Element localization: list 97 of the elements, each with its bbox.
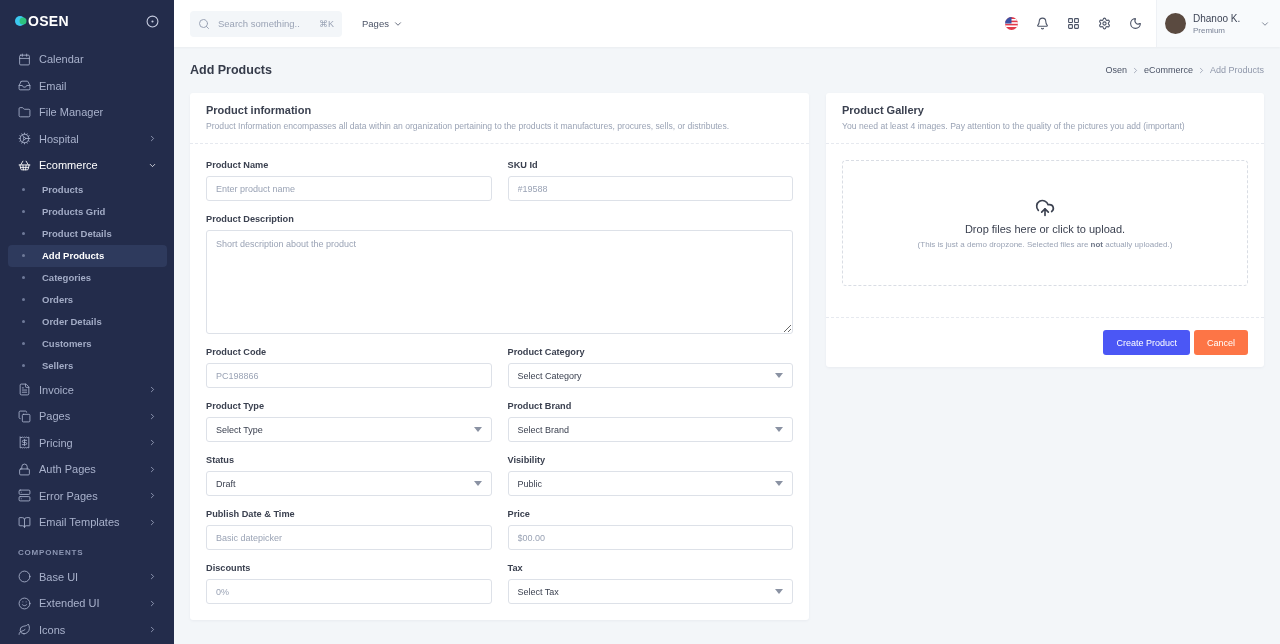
sidebar-subitem[interactable]: Categories (8, 266, 167, 289)
settings-icon[interactable] (1098, 17, 1111, 30)
calendar-icon (18, 52, 31, 66)
sidebar-subitem[interactable]: Product Details (8, 222, 167, 245)
caret-icon (775, 373, 783, 378)
leaf-icon (18, 623, 31, 637)
card-subtitle: You need at least 4 images. Pay attention to the quality of the pictures you add (important) (842, 121, 1186, 131)
input-field[interactable]: PC198866 (206, 363, 492, 388)
document-icon (18, 383, 31, 397)
moon-icon[interactable] (1129, 17, 1142, 30)
field-label: Publish Date & Time (206, 509, 296, 519)
caret-icon (775, 481, 783, 486)
field-label: Product Brand (507, 401, 573, 411)
toggle-icon[interactable] (146, 14, 159, 28)
input-field[interactable]: $00.00 (507, 525, 793, 550)
user-plan: Premium (1193, 25, 1226, 35)
sidebar-item[interactable]: Error Pages (8, 482, 167, 509)
dropzone-title: Drop files here or click to upload. (964, 222, 1126, 235)
sidebar-item[interactable]: Calendar (8, 46, 167, 73)
field-label: Product Category (507, 347, 586, 357)
sidebar-subitem[interactable]: Sellers (8, 354, 167, 377)
sidebar-item[interactable]: Pages (8, 403, 167, 430)
sidebar-item[interactable]: Email (8, 72, 167, 99)
sidebar-item[interactable]: File Manager (8, 99, 167, 126)
breadcrumb-link[interactable]: Osen (1105, 65, 1127, 75)
copy-icon (18, 409, 31, 423)
sidebar-subitem[interactable]: Products (8, 178, 167, 201)
dropzone-note: (This is just a demo dropzone. Selected files are not actually uploaded.) (917, 239, 1173, 249)
search-placeholder: Search something.. (218, 18, 300, 29)
select-field[interactable]: Draft (206, 471, 492, 496)
select-field[interactable]: Select Brand (507, 417, 793, 442)
server-icon (18, 489, 31, 503)
field-label: Product Description (206, 214, 295, 224)
sidebar-item[interactable]: Base UI (8, 563, 167, 590)
sidebar-subitem[interactable]: Customers (8, 332, 167, 355)
field-label: Product Code (206, 347, 268, 357)
select-field[interactable]: Select Category (507, 363, 793, 388)
field-label: Product Name (206, 160, 270, 170)
bell-icon[interactable] (1036, 17, 1049, 30)
caret-icon (473, 427, 482, 432)
caret-icon (775, 589, 783, 594)
cog-icon (18, 132, 31, 146)
field-label: Discounts (206, 563, 252, 573)
sidebar-subitem[interactable]: Order Details (8, 310, 167, 333)
input-field[interactable]: 0% (206, 579, 492, 604)
avatar (1165, 13, 1186, 34)
card-title: Product information (206, 104, 313, 116)
sidebar-subitem[interactable]: Orders (8, 288, 167, 311)
sidebar-item[interactable]: Icons (8, 616, 167, 643)
caret-icon (473, 481, 482, 486)
flag-icon[interactable] (1005, 17, 1018, 30)
circle-icon (18, 570, 31, 584)
card-title: Product Gallery (842, 104, 925, 116)
select-field[interactable]: Public (507, 471, 793, 496)
field-label: Status (206, 455, 236, 465)
field-label: Tax (507, 563, 524, 573)
textarea-field[interactable]: Short description about the product (206, 230, 793, 334)
sidebar-item[interactable]: Extended UI (8, 590, 167, 617)
sidebar-item[interactable]: Ecommerce (8, 152, 167, 179)
sidebar-item[interactable]: Pricing (8, 429, 167, 456)
upload-icon (1035, 197, 1055, 218)
sidebar-subitem[interactable]: Add Products (8, 244, 167, 267)
basket-icon (18, 158, 31, 172)
dropzone[interactable]: Drop files here or click to upload. (This is just a demo dropzone. Selected files are not actually uploaded.) (842, 160, 1248, 286)
select-field[interactable]: Select Tax (507, 579, 793, 604)
logo: OSEN (15, 13, 69, 29)
field-label: SKU Id (507, 160, 539, 170)
input-field[interactable]: #19588 (507, 176, 793, 201)
select-field[interactable]: Select Type (206, 417, 492, 442)
apps-icon[interactable] (1067, 17, 1080, 30)
sidebar-item[interactable]: Auth Pages (8, 456, 167, 483)
input-field[interactable]: Basic datepicker (206, 525, 492, 550)
field-label: Visibility (507, 455, 547, 465)
sidebar-item[interactable]: Email Templates (8, 509, 167, 536)
input-field[interactable]: Enter product name (206, 176, 492, 201)
breadcrumb-link[interactable]: eCommerce (1143, 65, 1193, 75)
shortcut-hint: ⌘K (319, 18, 334, 29)
user-menu[interactable]: Dhanoo K. Premium (1156, 0, 1280, 47)
book-icon (18, 515, 31, 529)
field-label: Product Type (206, 401, 266, 411)
create-button[interactable]: Create Product (1103, 330, 1190, 355)
sidebar-subitem[interactable]: Products Grid (8, 200, 167, 223)
user-name: Dhanoo K. (1193, 12, 1242, 24)
folder-icon (18, 105, 31, 119)
sidebar-item[interactable]: Hospital (8, 125, 167, 152)
pages-menu[interactable]: Pages (356, 17, 409, 30)
caret-icon (775, 427, 783, 432)
smile-icon (18, 596, 31, 610)
page-title: Add Products (190, 63, 272, 77)
receipt-icon (18, 436, 31, 450)
search-icon (198, 17, 210, 30)
card-subtitle: Product Information encompasses all data within an organization pertaining to the products it manufactures, procures, sells, or distributes. (206, 121, 731, 131)
field-label: Price (507, 509, 531, 519)
section-title: COMPONENTS (17, 546, 85, 559)
lock-icon (18, 462, 31, 476)
inbox-icon (18, 79, 31, 93)
sidebar-item[interactable]: Invoice (8, 376, 167, 403)
